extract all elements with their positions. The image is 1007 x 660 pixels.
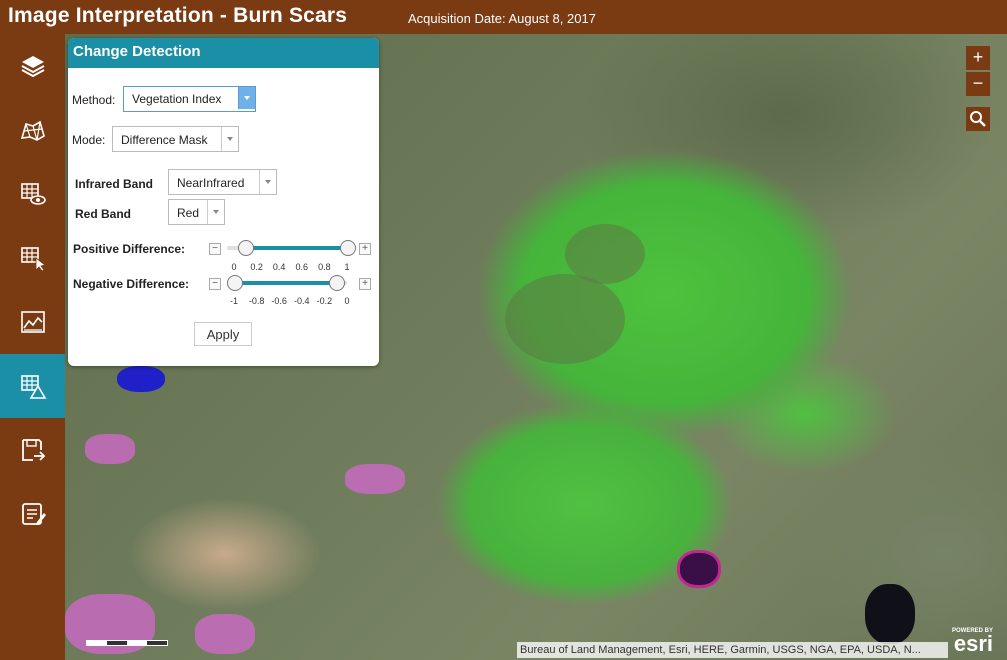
- negative-slider-fill: [234, 281, 336, 285]
- layers-icon: [21, 56, 44, 78]
- app-header: Image Interpretation - Burn Scars Acquis…: [0, 0, 1007, 34]
- method-label: Method:: [72, 93, 116, 107]
- negative-max-handle[interactable]: [328, 275, 345, 291]
- water-body: [117, 366, 165, 392]
- zoom-in-button[interactable]: +: [966, 46, 990, 70]
- panel-title: Change Detection: [68, 38, 379, 68]
- acquisition-date: Acquisition Date: August 8, 2017: [408, 11, 596, 26]
- positive-decrease-button[interactable]: −: [209, 243, 221, 255]
- tick-label: 0.2: [250, 262, 263, 272]
- tick-label: 0.6: [295, 262, 309, 272]
- tick-label: -0.6: [271, 296, 287, 306]
- app-title: Image Interpretation - Burn Scars: [8, 4, 348, 27]
- chevron-down-icon: [238, 87, 255, 109]
- tick-label: -0.4: [294, 296, 310, 306]
- water-body: [865, 584, 915, 644]
- pink-land-area: [345, 464, 405, 494]
- positive-slider-fill: [245, 246, 347, 250]
- mode-value: Difference Mask: [121, 133, 208, 147]
- positive-difference-label: Positive Difference:: [73, 242, 186, 256]
- tick-label: 0: [344, 296, 350, 306]
- method-select[interactable]: Vegetation Index: [123, 86, 256, 112]
- sidebar-item-export[interactable]: [0, 418, 65, 482]
- positive-increase-button[interactable]: +: [359, 243, 371, 255]
- red-band-label: Red Band: [75, 207, 132, 221]
- burn-scar-area: [505, 274, 625, 364]
- sidebar-item-layers[interactable]: [0, 34, 65, 98]
- change-detection-panel: Change Detection Method: Vegetation Inde…: [68, 38, 379, 366]
- sidebar-item-chart[interactable]: [0, 290, 65, 354]
- burn-scar-area: [565, 224, 645, 284]
- export-icon: [21, 439, 45, 461]
- sidebar-item-select[interactable]: [0, 226, 65, 290]
- infrared-band-label: Infrared Band: [75, 177, 154, 191]
- tick-label: -0.2: [316, 296, 333, 306]
- chevron-down-icon: [207, 200, 224, 224]
- tick-label: -1: [229, 296, 239, 306]
- tick-label: 0: [231, 262, 237, 272]
- grid-select-icon: [20, 247, 46, 272]
- water-body: [677, 550, 721, 588]
- zoom-out-button[interactable]: −: [966, 72, 990, 96]
- map-compare-icon: [20, 120, 45, 141]
- search-icon: [970, 111, 986, 127]
- tick-label: -0.8: [248, 296, 265, 306]
- negative-difference-slider[interactable]: [227, 275, 347, 291]
- tick-label: 0.4: [272, 262, 286, 272]
- sidebar-item-visual[interactable]: [0, 162, 65, 226]
- red-band-value: Red: [177, 206, 200, 220]
- sidebar-item-change-detection[interactable]: [0, 354, 65, 418]
- apply-button[interactable]: Apply: [194, 322, 252, 346]
- scale-bar: [86, 640, 168, 646]
- mode-label: Mode:: [72, 133, 106, 147]
- chevron-down-icon: [221, 127, 238, 151]
- sidebar-item-compare[interactable]: [0, 98, 65, 162]
- pink-land-area: [195, 614, 255, 654]
- red-band-select[interactable]: Red: [168, 199, 225, 225]
- chevron-down-icon: [259, 170, 276, 194]
- pink-land-area: [85, 434, 135, 464]
- mode-select[interactable]: Difference Mask: [112, 126, 239, 152]
- map-attribution[interactable]: Bureau of Land Management, Esri, HERE, G…: [517, 642, 948, 658]
- negative-min-handle[interactable]: [227, 275, 243, 291]
- positive-max-handle[interactable]: [340, 240, 356, 256]
- esri-logo[interactable]: POWERED BY esri: [952, 628, 993, 656]
- esri-wordmark: esri: [953, 631, 994, 656]
- positive-difference-slider[interactable]: [227, 240, 356, 256]
- tick-label: 1: [344, 262, 350, 272]
- infrared-band-value: NearInfrared: [177, 176, 245, 190]
- negative-decrease-button[interactable]: −: [209, 278, 221, 290]
- change-detection-icon: [20, 375, 46, 399]
- sidebar-item-report[interactable]: [0, 482, 65, 546]
- visual-grid-icon: [20, 183, 46, 205]
- method-value: Vegetation Index: [132, 92, 222, 106]
- image-chart-icon: [20, 311, 45, 333]
- negative-difference-label: Negative Difference:: [73, 277, 190, 291]
- search-button[interactable]: [966, 107, 990, 131]
- negative-increase-button[interactable]: +: [359, 278, 371, 290]
- tick-label: 0.8: [318, 262, 331, 272]
- sidebar: [0, 34, 65, 660]
- report-icon: [21, 503, 46, 525]
- infrared-band-select[interactable]: NearInfrared: [168, 169, 277, 195]
- positive-min-handle[interactable]: [238, 240, 255, 256]
